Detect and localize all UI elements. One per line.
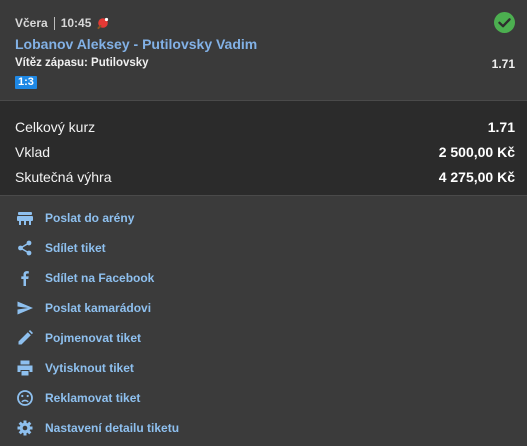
ticket-detail-settings-action[interactable]: Nastavení detailu tiketu — [0, 413, 527, 443]
sad-face-icon — [16, 389, 34, 407]
rename-ticket-action[interactable]: Pojmenovat tiket — [0, 323, 527, 353]
ticket-time: 10:45 — [60, 16, 92, 30]
send-to-arena-label: Poslat do arény — [45, 211, 135, 225]
total-odds-label: Celkový kurz — [15, 119, 96, 135]
arena-icon — [16, 209, 34, 227]
won-check-icon — [494, 12, 515, 33]
win-value: 4 275,00 Kč — [438, 169, 515, 185]
complain-ticket-label: Reklamovat tiket — [45, 391, 141, 405]
pick-label: Vítěz zápasu: Putilovsky — [15, 57, 149, 69]
ticket-bet-row: Včera 10:45 Lobanov Aleksey - Putilovsky… — [0, 0, 527, 100]
ticket-meta: Včera 10:45 — [15, 16, 109, 30]
win-label: Skutečná výhra — [15, 169, 112, 185]
send-to-arena-action[interactable]: Poslat do arény — [0, 203, 527, 233]
rename-ticket-label: Pojmenovat tiket — [45, 331, 142, 345]
pencil-icon — [16, 329, 34, 347]
ticket-day: Včera — [15, 16, 48, 30]
ticket-detail-settings-label: Nastavení detailu tiketu — [45, 421, 180, 435]
share-ticket-action[interactable]: Sdílet tiket — [0, 233, 527, 263]
complain-ticket-action[interactable]: Reklamovat tiket — [0, 383, 527, 413]
share-ticket-label: Sdílet tiket — [45, 241, 106, 255]
meta-divider — [53, 16, 55, 30]
send-to-friend-label: Poslat kamarádovi — [45, 301, 152, 315]
stake-label: Vklad — [15, 144, 51, 160]
stake-row: Vklad 2 500,00 Kč — [15, 142, 515, 162]
share-facebook-action[interactable]: Sdílet na Facebook — [0, 263, 527, 293]
match-link[interactable]: Lobanov Aleksey - Putilovsky Vadim — [15, 36, 257, 52]
send-to-friend-action[interactable]: Poslat kamarádovi — [0, 293, 527, 323]
total-odds-value: 1.71 — [487, 119, 515, 135]
send-icon — [16, 299, 34, 317]
printer-icon — [16, 359, 34, 377]
gear-icon — [16, 419, 34, 437]
pick-odd: 1.71 — [491, 57, 515, 71]
print-ticket-action[interactable]: Vytisknout tiket — [0, 353, 527, 383]
print-ticket-label: Vytisknout tiket — [45, 361, 134, 375]
facebook-icon — [16, 269, 34, 287]
score-badge: 1:3 — [15, 76, 37, 89]
table-tennis-icon — [96, 17, 109, 30]
stake-value: 2 500,00 Kč — [438, 144, 515, 160]
win-row: Skutečná výhra 4 275,00 Kč — [15, 167, 515, 187]
share-facebook-label: Sdílet na Facebook — [45, 271, 155, 285]
total-odds-row: Celkový kurz 1.71 — [15, 117, 515, 137]
share-icon — [16, 239, 34, 257]
ticket-actions: Poslat do arény Sdílet tiket Sdílet na F… — [0, 196, 527, 446]
ticket-summary: Celkový kurz 1.71 Vklad 2 500,00 Kč Skut… — [0, 100, 527, 196]
